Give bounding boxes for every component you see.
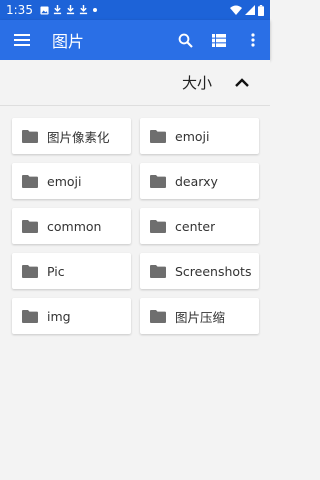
wifi-icon (230, 5, 242, 15)
folder-item[interactable]: center (140, 208, 259, 244)
folder-icon (150, 174, 166, 188)
folder-grid: 图片像素化 emoji emoji dearxy common center P… (12, 118, 260, 334)
folder-item[interactable]: 图片像素化 (12, 118, 131, 154)
folder-label: 图片压缩 (175, 309, 226, 325)
battery-icon (258, 4, 264, 16)
folder-icon (22, 264, 38, 278)
folder-label: Screenshots (175, 263, 252, 279)
folder-item[interactable]: Pic (12, 253, 131, 289)
dot-icon (92, 7, 98, 13)
image-icon (40, 5, 49, 15)
more-vert-icon[interactable] (236, 20, 270, 60)
page-title: 图片 (52, 32, 85, 51)
app-bar: 图片 (0, 20, 270, 60)
folder-item[interactable]: dearxy (140, 163, 259, 199)
download-icon (53, 5, 62, 15)
chevron-up-icon[interactable] (230, 71, 254, 95)
folder-label: emoji (47, 173, 82, 189)
folder-item[interactable]: Screenshots (140, 253, 259, 289)
folder-icon (150, 129, 166, 143)
folder-item[interactable]: emoji (12, 163, 131, 199)
sort-bar: 大小 (0, 60, 270, 106)
folder-label: center (175, 218, 216, 234)
folder-label: dearxy (175, 173, 218, 189)
folder-item[interactable]: img (12, 298, 131, 334)
folder-icon (22, 129, 38, 143)
status-bar: 1:35 (0, 0, 270, 20)
folder-label: Pic (47, 263, 65, 279)
folder-icon (22, 174, 38, 188)
folder-icon (150, 219, 166, 233)
view-list-icon[interactable] (202, 20, 236, 60)
folder-item[interactable]: common (12, 208, 131, 244)
folder-icon (22, 219, 38, 233)
folder-item[interactable]: emoji (140, 118, 259, 154)
folder-icon (22, 309, 38, 323)
sort-label[interactable]: 大小 (182, 72, 212, 93)
status-time: 1:35 (6, 3, 33, 17)
download-icon (79, 5, 88, 15)
download-icon (66, 5, 75, 15)
search-icon[interactable] (168, 20, 202, 60)
folder-label: img (47, 308, 71, 324)
folder-item[interactable]: 图片压缩 (140, 298, 259, 334)
folder-label: 图片像素化 (47, 129, 110, 145)
folder-label: common (47, 218, 102, 234)
folder-icon (150, 309, 166, 323)
folder-icon (150, 264, 166, 278)
folder-label: emoji (175, 128, 210, 144)
menu-icon[interactable] (2, 20, 42, 60)
signal-icon (245, 5, 255, 15)
